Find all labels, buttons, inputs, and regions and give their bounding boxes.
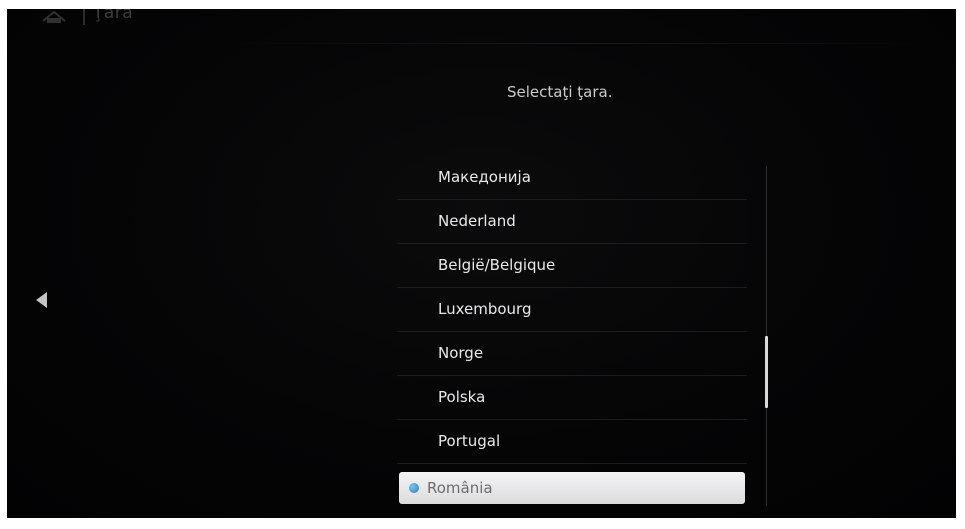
scrollbar-thumb[interactable] xyxy=(765,336,768,408)
list-item-label: Македонија xyxy=(438,168,531,186)
list-item-label: România xyxy=(427,479,493,497)
page-title: Ţara xyxy=(93,9,134,23)
list-item-nederland[interactable]: Nederland xyxy=(397,200,747,244)
radio-selected-icon xyxy=(409,483,419,493)
list-item-label: Nederland xyxy=(438,212,516,230)
select-country-prompt: Selectaţi ţara. xyxy=(507,83,613,101)
list-item-macedonia[interactable]: Македонија xyxy=(397,156,747,200)
list-item-label: Norge xyxy=(438,344,484,362)
list-item-label: Luxembourg xyxy=(438,300,532,318)
country-list[interactable]: Македонија Nederland België/Belgique Lux… xyxy=(397,156,747,504)
list-item-label: Polska xyxy=(438,388,486,406)
list-item-luxembourg[interactable]: Luxembourg xyxy=(397,288,747,332)
home-icon xyxy=(42,10,66,23)
list-item-portugal[interactable]: Portugal xyxy=(397,420,747,464)
back-arrow-icon[interactable] xyxy=(34,290,48,310)
list-item-label: Portugal xyxy=(438,432,501,450)
list-item-polska[interactable]: Polska xyxy=(397,376,747,420)
list-item-norge[interactable]: Norge xyxy=(397,332,747,376)
tv-screen: Ţara Selectaţi ţara. Македонија Nederlan… xyxy=(7,9,956,518)
list-item-label: België/Belgique xyxy=(438,256,556,274)
list-item-romania-selected[interactable]: România xyxy=(399,472,745,504)
list-item-belgie[interactable]: België/Belgique xyxy=(397,244,747,288)
header-rule xyxy=(217,43,937,44)
header-divider xyxy=(83,9,85,25)
